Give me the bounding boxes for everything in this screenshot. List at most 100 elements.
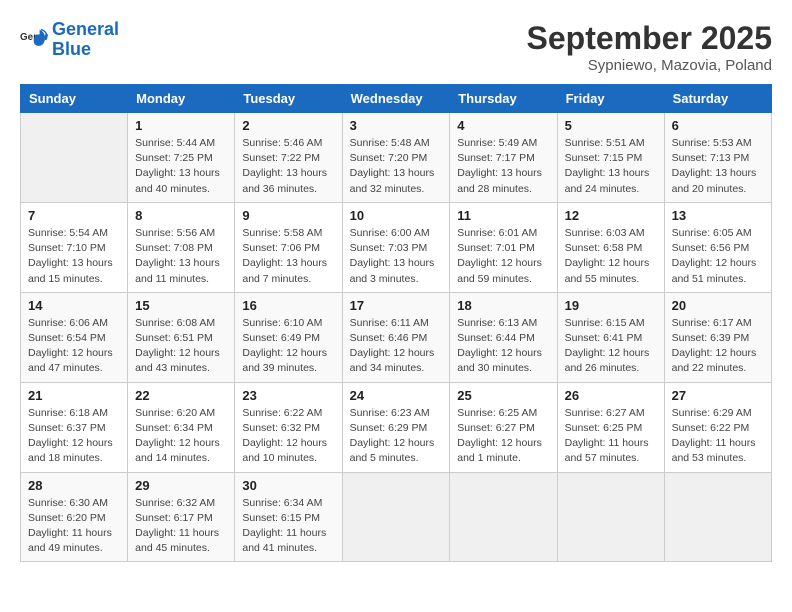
day-number: 21 — [28, 388, 120, 403]
day-info: Sunrise: 6:23 AM Sunset: 6:29 PM Dayligh… — [350, 406, 443, 467]
calendar-cell: 28 Sunrise: 6:30 AM Sunset: 6:20 PM Dayli… — [21, 472, 128, 562]
day-info: Sunrise: 5:49 AM Sunset: 7:17 PM Dayligh… — [457, 136, 549, 197]
day-number: 10 — [350, 208, 443, 223]
header-saturday: Saturday — [664, 85, 771, 113]
day-number: 5 — [565, 118, 657, 133]
calendar-row-2: 14 Sunrise: 6:06 AM Sunset: 6:54 PM Dayli… — [21, 292, 772, 382]
day-number: 22 — [135, 388, 227, 403]
day-info: Sunrise: 5:44 AM Sunset: 7:25 PM Dayligh… — [135, 136, 227, 197]
logo-general: General — [52, 19, 119, 39]
day-number: 24 — [350, 388, 443, 403]
calendar-row-4: 28 Sunrise: 6:30 AM Sunset: 6:20 PM Dayli… — [21, 472, 772, 562]
logo-text: General Blue — [52, 20, 119, 60]
day-info: Sunrise: 6:22 AM Sunset: 6:32 PM Dayligh… — [242, 406, 334, 467]
calendar-cell: 14 Sunrise: 6:06 AM Sunset: 6:54 PM Dayli… — [21, 292, 128, 382]
day-info: Sunrise: 6:06 AM Sunset: 6:54 PM Dayligh… — [28, 316, 120, 377]
day-info: Sunrise: 6:11 AM Sunset: 6:46 PM Dayligh… — [350, 316, 443, 377]
calendar-cell: 21 Sunrise: 6:18 AM Sunset: 6:37 PM Dayli… — [21, 382, 128, 472]
header-friday: Friday — [557, 85, 664, 113]
title-block: September 2025 Sypniewo, Mazovia, Poland — [527, 20, 772, 74]
day-info: Sunrise: 6:18 AM Sunset: 6:37 PM Dayligh… — [28, 406, 120, 467]
header-sunday: Sunday — [21, 85, 128, 113]
calendar-cell: 22Sunrise: 6:20 AM Sunset: 6:34 PM Dayli… — [128, 382, 235, 472]
calendar-table: Sunday Monday Tuesday Wednesday Thursday… — [20, 84, 772, 562]
day-number: 4 — [457, 118, 549, 133]
calendar-cell: 16 Sunrise: 6:10 AM Sunset: 6:49 PM Dayli… — [235, 292, 342, 382]
day-number: 20 — [672, 298, 764, 313]
month-title: September 2025 — [527, 20, 772, 57]
day-number: 18 — [457, 298, 549, 313]
day-number: 2 — [242, 118, 334, 133]
day-number: 30 — [242, 478, 334, 493]
day-number: 6 — [672, 118, 764, 133]
calendar-row-3: 21 Sunrise: 6:18 AM Sunset: 6:37 PM Dayli… — [21, 382, 772, 472]
day-number: 25 — [457, 388, 549, 403]
calendar-cell: 13Sunrise: 6:05 AM Sunset: 6:56 PM Dayli… — [664, 202, 771, 292]
calendar-cell: 26Sunrise: 6:27 AM Sunset: 6:25 PM Dayli… — [557, 382, 664, 472]
day-info: Sunrise: 6:29 AM Sunset: 6:22 PM Dayligh… — [672, 406, 764, 467]
day-info: Sunrise: 6:00 AM Sunset: 7:03 PM Dayligh… — [350, 226, 443, 287]
day-number: 15 — [135, 298, 227, 313]
day-number: 14 — [28, 298, 120, 313]
day-info: Sunrise: 6:17 AM Sunset: 6:39 PM Dayligh… — [672, 316, 764, 377]
day-info: Sunrise: 5:46 AM Sunset: 7:22 PM Dayligh… — [242, 136, 334, 197]
day-number: 29 — [135, 478, 227, 493]
header-monday: Monday — [128, 85, 235, 113]
calendar-cell: 7 Sunrise: 5:54 AM Sunset: 7:10 PM Daylig… — [21, 202, 128, 292]
calendar-cell — [664, 472, 771, 562]
calendar-cell: 9Sunrise: 5:58 AM Sunset: 7:06 PM Daylig… — [235, 202, 342, 292]
calendar-cell: 6 Sunrise: 5:53 AM Sunset: 7:13 PM Daylig… — [664, 113, 771, 203]
header-wednesday: Wednesday — [342, 85, 450, 113]
day-number: 27 — [672, 388, 764, 403]
day-info: Sunrise: 5:56 AM Sunset: 7:08 PM Dayligh… — [135, 226, 227, 287]
calendar-cell: 27 Sunrise: 6:29 AM Sunset: 6:22 PM Dayli… — [664, 382, 771, 472]
calendar-cell: 2 Sunrise: 5:46 AM Sunset: 7:22 PM Daylig… — [235, 113, 342, 203]
calendar-cell: 25Sunrise: 6:25 AM Sunset: 6:27 PM Dayli… — [450, 382, 557, 472]
logo-icon: General — [20, 26, 48, 54]
calendar-header-row: Sunday Monday Tuesday Wednesday Thursday… — [21, 85, 772, 113]
day-number: 9 — [242, 208, 334, 223]
day-number: 23 — [242, 388, 334, 403]
page-header: General General Blue September 2025 Sypn… — [20, 20, 772, 74]
calendar-cell: 10 Sunrise: 6:00 AM Sunset: 7:03 PM Dayli… — [342, 202, 450, 292]
day-info: Sunrise: 6:05 AM Sunset: 6:56 PM Dayligh… — [672, 226, 764, 287]
calendar-cell: 3Sunrise: 5:48 AM Sunset: 7:20 PM Daylig… — [342, 113, 450, 203]
location: Sypniewo, Mazovia, Poland — [527, 57, 772, 74]
calendar-row-1: 7 Sunrise: 5:54 AM Sunset: 7:10 PM Daylig… — [21, 202, 772, 292]
calendar-cell — [342, 472, 450, 562]
calendar-row-0: 1 Sunrise: 5:44 AM Sunset: 7:25 PM Daylig… — [21, 113, 772, 203]
calendar-cell: 1 Sunrise: 5:44 AM Sunset: 7:25 PM Daylig… — [128, 113, 235, 203]
day-info: Sunrise: 6:34 AM Sunset: 6:15 PM Dayligh… — [242, 496, 334, 557]
day-number: 8 — [135, 208, 227, 223]
day-number: 11 — [457, 208, 549, 223]
day-number: 12 — [565, 208, 657, 223]
day-number: 7 — [28, 208, 120, 223]
day-info: Sunrise: 5:54 AM Sunset: 7:10 PM Dayligh… — [28, 226, 120, 287]
day-number: 28 — [28, 478, 120, 493]
calendar-cell: 17 Sunrise: 6:11 AM Sunset: 6:46 PM Dayli… — [342, 292, 450, 382]
header-tuesday: Tuesday — [235, 85, 342, 113]
day-number: 1 — [135, 118, 227, 133]
calendar-cell: 5Sunrise: 5:51 AM Sunset: 7:15 PM Daylig… — [557, 113, 664, 203]
day-number: 16 — [242, 298, 334, 313]
day-number: 19 — [565, 298, 657, 313]
calendar-cell: 19 Sunrise: 6:15 AM Sunset: 6:41 PM Dayli… — [557, 292, 664, 382]
calendar-cell: 20 Sunrise: 6:17 AM Sunset: 6:39 PM Dayli… — [664, 292, 771, 382]
calendar-cell: 29 Sunrise: 6:32 AM Sunset: 6:17 PM Dayli… — [128, 472, 235, 562]
day-number: 3 — [350, 118, 443, 133]
day-info: Sunrise: 6:01 AM Sunset: 7:01 PM Dayligh… — [457, 226, 549, 287]
day-info: Sunrise: 6:08 AM Sunset: 6:51 PM Dayligh… — [135, 316, 227, 377]
day-info: Sunrise: 6:32 AM Sunset: 6:17 PM Dayligh… — [135, 496, 227, 557]
calendar-cell: 23 Sunrise: 6:22 AM Sunset: 6:32 PM Dayli… — [235, 382, 342, 472]
logo-blue: Blue — [52, 39, 91, 59]
day-number: 17 — [350, 298, 443, 313]
calendar-cell — [557, 472, 664, 562]
day-info: Sunrise: 6:10 AM Sunset: 6:49 PM Dayligh… — [242, 316, 334, 377]
day-info: Sunrise: 6:30 AM Sunset: 6:20 PM Dayligh… — [28, 496, 120, 557]
calendar-cell: 30 Sunrise: 6:34 AM Sunset: 6:15 PM Dayli… — [235, 472, 342, 562]
header-thursday: Thursday — [450, 85, 557, 113]
day-info: Sunrise: 5:53 AM Sunset: 7:13 PM Dayligh… — [672, 136, 764, 197]
calendar-cell: 12Sunrise: 6:03 AM Sunset: 6:58 PM Dayli… — [557, 202, 664, 292]
calendar-cell: 4 Sunrise: 5:49 AM Sunset: 7:17 PM Daylig… — [450, 113, 557, 203]
day-info: Sunrise: 6:15 AM Sunset: 6:41 PM Dayligh… — [565, 316, 657, 377]
